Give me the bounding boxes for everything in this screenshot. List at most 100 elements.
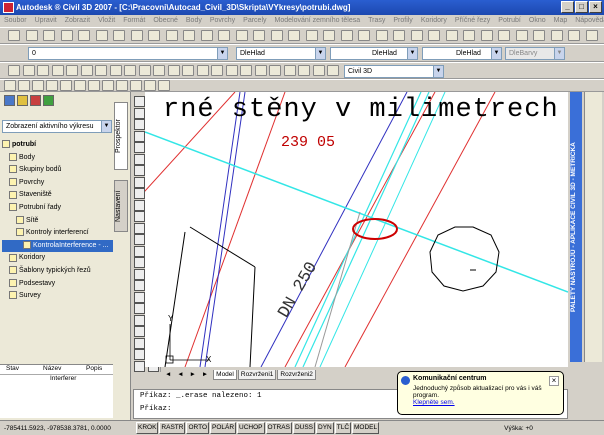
draw-tool-icon[interactable]	[134, 245, 145, 257]
draw-tool-icon[interactable]	[134, 211, 145, 222]
menu-item[interactable]: Okno	[525, 15, 550, 27]
toolbar-button-icon[interactable]	[182, 65, 194, 76]
toolbar-button-icon[interactable]	[74, 80, 86, 91]
toolbar-button-icon[interactable]	[102, 80, 114, 91]
toolbar-button-icon[interactable]	[340, 30, 353, 41]
draw-tool-icon[interactable]	[134, 234, 145, 245]
tab-nav-arrows[interactable]: ◄ ◄ ► ►	[163, 370, 213, 380]
toolbar-button-icon[interactable]	[130, 30, 143, 41]
toolbar-button-icon[interactable]	[32, 80, 44, 91]
draw-tool-icon[interactable]	[134, 349, 145, 360]
menu-item[interactable]: Potrubí	[494, 15, 525, 27]
annotation-scale[interactable]: Výška: +0	[504, 425, 533, 432]
balloon-link[interactable]: Klepněte sem.	[413, 399, 559, 406]
status-toggle[interactable]: OTRAS	[265, 422, 292, 434]
draw-tool-icon[interactable]	[134, 291, 145, 303]
close-icon[interactable]: ×	[549, 376, 559, 386]
lineweight-select[interactable]: DleHlad ▼	[422, 47, 502, 60]
toolbar-button-icon[interactable]	[60, 30, 73, 41]
draw-tool-icon[interactable]	[134, 119, 145, 130]
tree-item[interactable]: potrubí	[2, 139, 113, 152]
draw-tool-icon[interactable]	[134, 303, 145, 314]
toolbar-button-icon[interactable]	[138, 65, 151, 76]
toolspace-icon[interactable]	[17, 95, 28, 106]
draw-tool-icon[interactable]	[134, 130, 145, 142]
toolbar-button-icon[interactable]	[4, 80, 16, 91]
toolbar-button-icon[interactable]	[568, 30, 580, 41]
toolbar-button-icon[interactable]	[165, 30, 178, 41]
draw-tool-icon[interactable]	[134, 360, 145, 372]
civil3d-app-icon[interactable]	[3, 2, 14, 13]
tree-item[interactable]: Kontroly interferencí	[2, 227, 113, 240]
toolbar-button-icon[interactable]	[37, 65, 49, 76]
list-item[interactable]: Interferer	[0, 375, 113, 386]
status-toggle[interactable]: KROK	[136, 422, 159, 434]
toolbar-button-icon[interactable]	[22, 65, 35, 76]
draw-tool-icon[interactable]	[134, 326, 145, 337]
tree-item[interactable]: Koridory	[2, 252, 113, 265]
tree-item[interactable]: KontrolaInterference - ...	[2, 239, 113, 253]
layer-select[interactable]: 0 ▼	[28, 47, 228, 60]
color-select[interactable]: DleHlad ▼	[236, 47, 326, 60]
menu-item[interactable]: Profily	[389, 15, 416, 27]
menu-item[interactable]: Formát	[119, 15, 149, 27]
toolbar-button-icon[interactable]	[533, 30, 545, 41]
communication-center-balloon[interactable]: Komunikační centrum Jednoduchý způsob ak…	[397, 371, 564, 415]
toolbar-button-icon[interactable]	[225, 65, 238, 76]
tree-item[interactable]: Sítě	[2, 215, 113, 228]
tab-layout2[interactable]: Rozvrženi2	[277, 370, 316, 380]
menu-item[interactable]: Povrchy	[206, 15, 239, 27]
status-toggle[interactable]: DUSS	[292, 422, 315, 434]
toolbar-button-icon[interactable]	[78, 30, 90, 41]
draw-tool-icon[interactable]	[134, 96, 145, 107]
maximize-button[interactable]: □	[575, 1, 588, 13]
toolspace-icon[interactable]	[43, 95, 54, 106]
toolbar-button-icon[interactable]	[80, 65, 93, 76]
toolbar-button-icon[interactable]	[25, 30, 38, 41]
toolbar-button-icon[interactable]	[445, 30, 458, 41]
toolbar-button-icon[interactable]	[312, 65, 325, 76]
menu-item[interactable]: Obecné	[149, 15, 182, 27]
draw-tool-icon[interactable]	[134, 257, 145, 268]
draw-tool-icon[interactable]	[134, 268, 145, 280]
toolbar-button-icon[interactable]	[305, 30, 318, 41]
menu-item[interactable]: Soubor	[0, 15, 31, 27]
draw-tool-icon[interactable]	[134, 188, 145, 199]
menu-item[interactable]: Parcely	[239, 15, 270, 27]
draw-tool-icon[interactable]	[134, 107, 145, 119]
toolbar-button-icon[interactable]	[235, 30, 248, 41]
menu-item[interactable]: Koridory	[417, 15, 451, 27]
menu-item[interactable]: Map	[550, 15, 572, 27]
toolbar-button-icon[interactable]	[428, 30, 440, 41]
toolbar-button-icon[interactable]	[327, 65, 339, 76]
status-toggle[interactable]: MODEL	[352, 422, 380, 434]
toolbar-button-icon[interactable]	[254, 65, 267, 76]
toolbar-button-icon[interactable]	[393, 30, 405, 41]
toolbar-button-icon[interactable]	[167, 65, 180, 76]
status-toggle[interactable]: TLČ	[334, 422, 352, 434]
tab-model[interactable]: Model	[213, 370, 237, 380]
status-toggle[interactable]: DYN	[316, 422, 334, 434]
toolbar-button-icon[interactable]	[46, 80, 58, 91]
linetype-select[interactable]: DleHlad ▼	[330, 47, 418, 60]
tree-item[interactable]: Povrchy	[2, 177, 113, 190]
draw-tool-icon[interactable]	[134, 280, 145, 291]
menu-item[interactable]: Modelování zemního tělesa	[271, 15, 365, 27]
draw-tool-icon[interactable]	[134, 222, 145, 234]
toolbar-button-icon[interactable]	[283, 65, 296, 76]
draw-tool-icon[interactable]	[134, 153, 145, 165]
status-toggle[interactable]: RASTR	[159, 422, 186, 434]
tab-settings[interactable]: Nastavení	[114, 180, 128, 232]
toolbar-button-icon[interactable]	[130, 80, 142, 91]
toolbar-button-icon[interactable]	[95, 30, 108, 41]
toolbar-button-icon[interactable]	[148, 30, 160, 41]
status-toggle[interactable]: ORTO	[186, 422, 209, 434]
draw-tool-icon[interactable]	[134, 165, 145, 176]
toolbar-button-icon[interactable]	[218, 30, 230, 41]
tree-item[interactable]: Body	[2, 152, 113, 165]
toolbar-button-icon[interactable]	[515, 30, 528, 41]
toolbar-button-icon[interactable]	[18, 80, 30, 91]
draw-tool-icon[interactable]	[134, 199, 145, 211]
palette-title[interactable]: PALETY NÁSTROJŮ - APLIKACE CIVIL 3D - ME…	[570, 92, 582, 362]
toolbar-button-icon[interactable]	[240, 65, 252, 76]
